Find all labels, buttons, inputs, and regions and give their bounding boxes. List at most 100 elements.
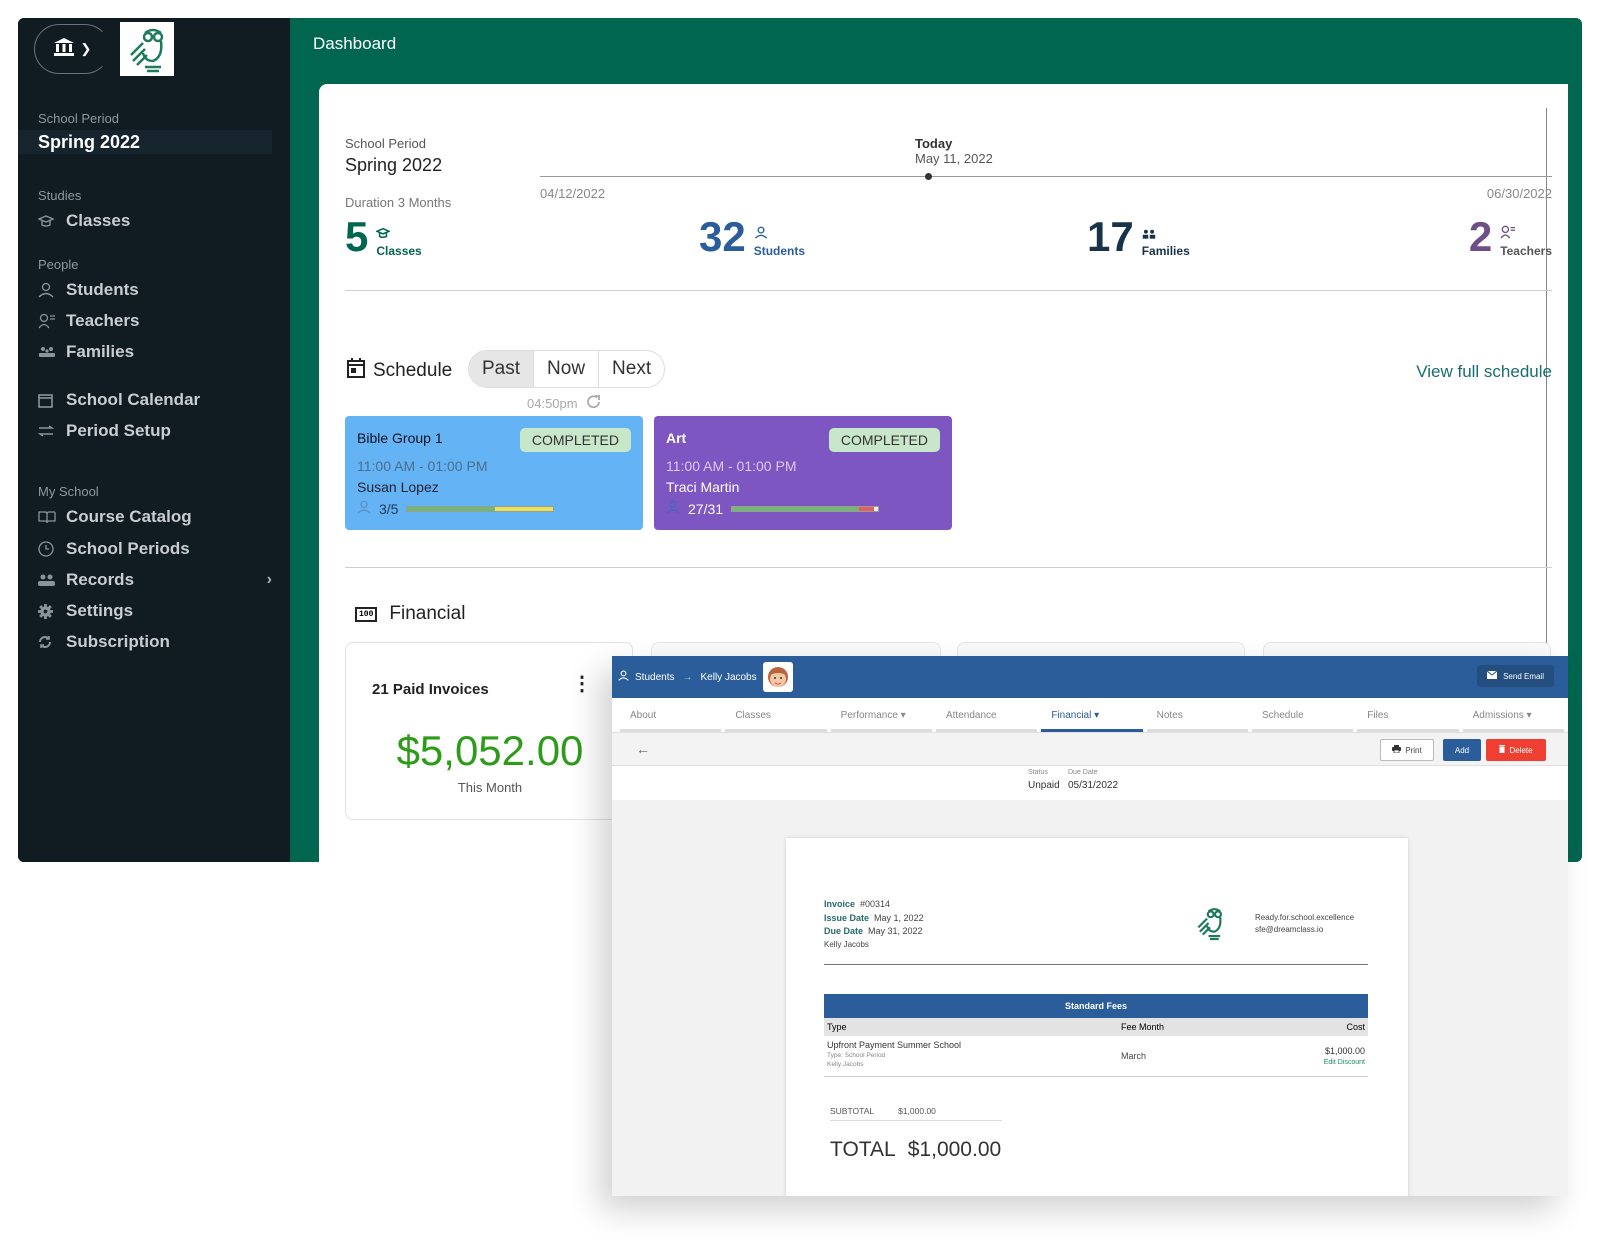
stat-teachers[interactable]: 2 Teachers — [1469, 216, 1552, 259]
tab-financial[interactable]: Financial ▾ — [1041, 698, 1143, 732]
tab-past[interactable]: Past — [469, 351, 535, 387]
user-icon — [618, 670, 629, 684]
arrows-icon — [38, 425, 66, 437]
print-button[interactable]: Print — [1380, 739, 1434, 761]
sidebar-item-school-calendar[interactable]: School Calendar — [38, 387, 272, 413]
tab-notes[interactable]: Notes — [1146, 698, 1248, 732]
today-date: May 11, 2022 — [915, 151, 993, 166]
tab-attendance[interactable]: Attendance — [935, 698, 1038, 732]
paid-period: This Month — [457, 780, 523, 795]
tab-files[interactable]: Files — [1357, 698, 1459, 732]
paid-amount: $5,052.00 — [396, 727, 584, 774]
invoice-number: #00314 — [860, 899, 891, 909]
period-label: School Period — [345, 136, 426, 151]
send-email-button[interactable]: Send Email — [1477, 665, 1554, 687]
calendar-icon — [347, 358, 365, 383]
page-title: Dashboard — [313, 34, 397, 53]
clock-icon — [38, 541, 66, 557]
total-amount: $1,000.00 — [907, 1138, 1002, 1161]
sidebar-item-period-setup[interactable]: Period Setup — [38, 418, 272, 444]
schedule-card[interactable]: Bible Group 1 COMPLETED 11:00 AM - 01:00… — [345, 416, 643, 530]
sidebar-item-subscription[interactable]: Subscription — [38, 629, 272, 655]
sidebar-item-course-catalog[interactable]: Course Catalog — [38, 504, 272, 530]
section-my-school: My School — [38, 484, 99, 499]
column-header: Type — [827, 1022, 847, 1032]
sidebar-item-records[interactable]: Records › — [38, 567, 272, 593]
attendance-bar — [406, 505, 555, 512]
period-timeline — [540, 173, 1552, 180]
student-invoice-panel: Students → Kelly Jacobs Send Email About… — [612, 656, 1568, 1196]
tab-about[interactable]: About — [620, 698, 722, 732]
tab-classes[interactable]: Classes — [725, 698, 827, 732]
view-full-schedule-link[interactable]: View full schedule — [1416, 362, 1552, 382]
graduation-cap-icon — [38, 214, 66, 228]
invoice-status: Unpaid — [1028, 780, 1060, 791]
refresh-icon[interactable] — [586, 394, 602, 413]
tab-performance[interactable]: Performance ▾ — [830, 698, 932, 732]
sidebar-item-school-periods[interactable]: School Periods — [38, 536, 272, 562]
fees-table: Standard Fees Type Fee Month Cost Upfron… — [824, 994, 1368, 1077]
stat-students[interactable]: 32 Students — [699, 216, 805, 259]
user-icon — [666, 500, 680, 517]
tab-next[interactable]: Next — [599, 351, 664, 387]
stat-classes[interactable]: 5 Classes — [345, 216, 422, 259]
tab-schedule[interactable]: Schedule — [1251, 698, 1354, 732]
breadcrumb-students[interactable]: Students — [635, 672, 674, 683]
more-options-icon[interactable]: ⋮ — [572, 674, 592, 694]
owl-logo[interactable] — [120, 22, 174, 76]
invoice-document: Invoice #00314 Issue Date May 1, 2022 Du… — [786, 838, 1408, 1196]
institution-icon — [53, 37, 75, 62]
column-header: Cost — [1346, 1022, 1365, 1032]
sidebar-item-classes[interactable]: Classes — [38, 208, 272, 234]
student-header: Students → Kelly Jacobs Send Email — [612, 656, 1568, 698]
divider — [345, 290, 1552, 291]
sidebar-item-students[interactable]: Students — [38, 277, 272, 303]
users-icon — [38, 574, 66, 586]
gear-icon — [38, 603, 66, 619]
back-arrow-icon[interactable]: ← — [636, 741, 650, 757]
owl-logo — [1194, 904, 1226, 947]
money-icon: 100 — [355, 606, 378, 622]
paid-invoices-card[interactable]: 21 Paid Invoices ⋮ $5,052.00 This Month — [345, 642, 633, 820]
add-button[interactable]: Add — [1443, 739, 1481, 761]
sidebar-item-teachers[interactable]: Teachers — [38, 308, 272, 334]
teacher-icon — [1500, 225, 1552, 244]
avatar — [762, 662, 793, 692]
caret-down-icon: ▾ — [1523, 710, 1532, 721]
table-row: Upfront Payment Summer School Type: Scho… — [824, 1036, 1368, 1077]
fees-table-title: Standard Fees — [824, 994, 1368, 1018]
arrow-right-icon: → — [682, 671, 693, 683]
family-icon — [1142, 226, 1190, 244]
user-icon — [357, 500, 371, 517]
school-info: Ready.for.school.excellence sfe@dreamcla… — [1255, 913, 1355, 934]
period-selector[interactable]: Spring 2022 — [18, 130, 272, 154]
user-icon — [38, 282, 66, 298]
tab-admissions[interactable]: Admissions ▾ — [1462, 698, 1564, 732]
invoice-toolbar: ← Print Add Delete — [612, 732, 1568, 766]
schedule-time: 04:50pm — [527, 394, 602, 413]
section-people: People — [38, 257, 79, 272]
chevron-right-icon: › — [266, 571, 272, 588]
graduation-cap-icon — [375, 226, 421, 244]
sidebar-item-families[interactable]: Families — [38, 339, 272, 365]
stat-families[interactable]: 17 Families — [1087, 216, 1190, 259]
tab-now[interactable]: Now — [534, 351, 600, 387]
student-tabs: About Classes Performance ▾ Attendance Finan… — [612, 698, 1568, 732]
user-icon — [754, 226, 805, 244]
schedule-card[interactable]: Art COMPLETED 11:00 AM - 01:00 PM Traci … — [654, 416, 952, 530]
column-header: Fee Month — [1121, 1022, 1165, 1032]
delete-button[interactable]: Delete — [1486, 739, 1546, 761]
calendar-icon — [38, 393, 66, 408]
institution-switcher[interactable]: ❯ — [34, 24, 110, 74]
status-badge: COMPLETED — [828, 428, 940, 452]
divider — [345, 567, 1552, 568]
period-start-date: 04/12/2022 — [540, 186, 606, 201]
period-section-label: School Period — [38, 111, 119, 126]
sidebar-item-settings[interactable]: Settings — [38, 598, 272, 624]
period-end-date: 06/30/2022 — [1486, 186, 1552, 201]
sync-icon — [38, 635, 66, 649]
mail-icon — [1486, 670, 1498, 681]
edit-discount-link[interactable]: Edit Discount — [1281, 1059, 1365, 1066]
invoice-due-date: 05/31/2022 — [1068, 780, 1119, 791]
period-duration: Duration 3 Months — [345, 195, 452, 210]
